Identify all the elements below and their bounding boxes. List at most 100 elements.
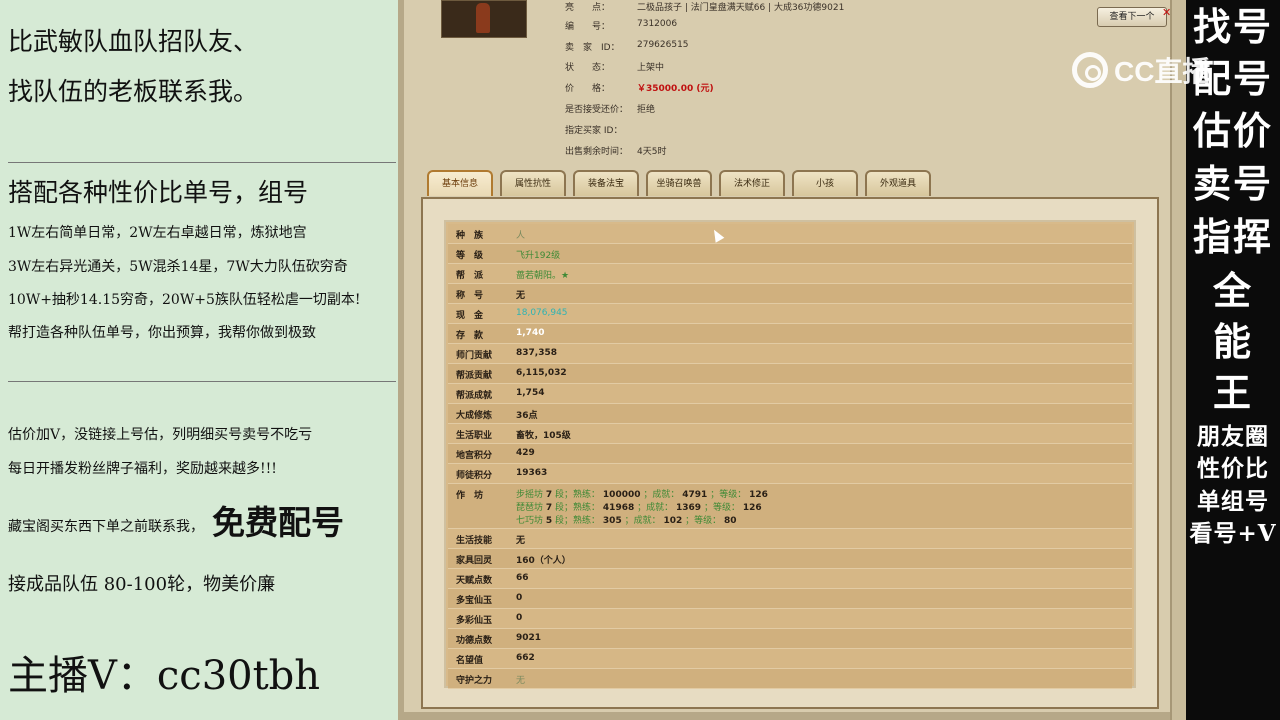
table-row: 功德点数 9021: [448, 629, 1132, 649]
promo-line-6: 10W+抽秒14.15穷奇，20W+5族队伍轻松虐一切副本!: [8, 292, 361, 308]
table-row: 存 款 1,740: [448, 324, 1132, 344]
info-row-status: 状 态： 上架中: [565, 60, 664, 73]
tab-basic-info[interactable]: 基本信息: [427, 170, 493, 196]
table-row: 家具回灵 160（个人）: [448, 549, 1132, 569]
stat-value: 无: [516, 536, 526, 546]
stat-value: 837,358: [516, 348, 557, 358]
table-row: 多彩仙玉 0: [448, 609, 1132, 629]
character-thumbnail: [441, 0, 527, 38]
stat-label: 大成修炼: [456, 411, 493, 421]
promo-big-line: 全: [1212, 268, 1253, 313]
promo-line-4: 1W左右简单日常，2W左右卓越日常，炼狱地宫: [8, 225, 307, 241]
info-label: 指定买家 ID：: [565, 126, 623, 136]
info-row-bargain: 是否接受还价： 拒绝: [565, 102, 655, 115]
stat-value: 6,115,032: [516, 368, 567, 378]
promo-big-line: 能: [1212, 319, 1253, 364]
info-label: 是否接受还价：: [565, 105, 629, 115]
table-row: 天赋点数 66: [448, 569, 1132, 589]
character-figure: [476, 3, 490, 33]
workshop-line: 步摇坊 7 段；熟练： 100000 ；成就： 4791 ；等级： 126: [516, 490, 768, 500]
tab-spells[interactable]: 法术修正: [719, 170, 785, 196]
host-contact: 主播V：cc30tbh: [8, 653, 321, 699]
watermark-text: CC直播: [1114, 56, 1211, 87]
info-label: 价 格：: [565, 84, 611, 94]
table-row: 帮 派 蔷若朝阳。★: [448, 264, 1132, 284]
stat-label: 多宝仙玉: [456, 596, 493, 606]
stat-value: 19363: [516, 468, 548, 478]
promo-line-1: 比武敏队血队招队友、: [8, 27, 259, 56]
promo-line-5: 3W左右异光通关，5W混杀14星，7W大力队伍砍穷奇: [8, 259, 348, 275]
stat-label: 现 金: [456, 311, 484, 321]
stat-label: 种 族: [456, 231, 484, 241]
table-row: 现 金 18,076,945: [448, 304, 1132, 324]
stat-value: 0: [516, 593, 523, 603]
stat-value: 无: [516, 676, 526, 686]
stat-label: 帮 派: [456, 271, 484, 281]
table-row: 生活职业 畜牧，105级: [448, 424, 1132, 444]
promo-small-line: 看号+V: [1189, 520, 1277, 547]
table-row: 守护之力 无: [448, 669, 1132, 689]
info-row-buyer: 指定买家 ID：: [565, 123, 622, 136]
close-icon[interactable]: ✕: [1162, 6, 1171, 19]
info-row-price: 价 格： ￥35000.00 (元): [565, 81, 714, 94]
promo-big-line: 找号: [1192, 4, 1273, 49]
tab-children[interactable]: 小孩: [792, 170, 858, 196]
stat-value: 429: [516, 448, 535, 458]
promo-line-10-text: 藏宝阁买东西下单之前联系我，: [8, 519, 204, 535]
promo-line-2: 找队伍的老板联系我。: [8, 77, 259, 106]
info-value: 二极品孩子 | 法门皇盘满天赋66 | 大成36功德9021: [637, 3, 845, 13]
stats-table: 种 族人 等 级飞升192级 帮 派蔷若朝阳。★ 称 号无 现 金 18,076,…: [444, 220, 1136, 689]
stat-label: 等 级: [456, 251, 484, 261]
stat-label: 存 款: [456, 331, 484, 341]
stat-value: 畜牧，105级: [516, 431, 571, 441]
table-row: 师门贡献 837,358: [448, 344, 1132, 364]
stat-value: 蔷若朝阳。★: [516, 271, 570, 281]
stat-label: 生活技能: [456, 536, 493, 546]
promo-big-line: 卖号: [1192, 161, 1273, 206]
stat-label: 多彩仙玉: [456, 616, 493, 626]
info-value: 上架中: [637, 63, 665, 73]
table-row: 名望值 662: [448, 649, 1132, 669]
tab-attributes[interactable]: 属性抗性: [500, 170, 566, 196]
divider: [8, 162, 396, 163]
stat-value: 1,754: [516, 388, 545, 398]
frame-left-border: [398, 0, 404, 720]
table-row: 帮派贡献 6,115,032: [448, 364, 1132, 384]
left-promo-panel: 比武敏队血队招队友、 找队伍的老板联系我。 搭配各种性价比单号，组号 1W左右简…: [0, 0, 398, 720]
stat-value: 9021: [516, 633, 542, 643]
stat-label: 生活职业: [456, 431, 493, 441]
tab-appearance[interactable]: 外观道具: [865, 170, 931, 196]
promo-small-line: 朋友圈: [1197, 423, 1269, 450]
stat-label: 作 坊: [456, 491, 484, 501]
stat-label: 名望值: [456, 656, 484, 666]
stat-label: 师门贡献: [456, 351, 493, 361]
promo-line-3: 搭配各种性价比单号，组号: [8, 178, 309, 207]
info-row-seller: 卖 家 ID： 279626515: [565, 40, 689, 53]
promo-big-line: 指挥: [1192, 214, 1273, 259]
right-promo-panel: 找号 配号 估价 卖号 指挥 全 能 王 朋友圈 性价比 单组号 看号+V: [1186, 0, 1280, 720]
promo-line-8: 估价加V，没链接上号估，列明细买号卖号不吃亏: [8, 427, 313, 443]
promo-big-line: 王: [1212, 370, 1253, 415]
frame-bottom-border: [404, 712, 1170, 720]
stat-value: 人: [516, 231, 526, 241]
info-value: 4天5时: [637, 147, 667, 157]
table-row: 称 号无: [448, 284, 1132, 304]
info-value: 279626515: [637, 40, 689, 50]
info-value: 7312006: [637, 19, 678, 29]
workshop-line: 琵琶坊 7 段；熟练： 41968 ；成就： 1369 ；等级： 126: [516, 503, 762, 513]
price-value: ￥35000.00 (元): [637, 84, 714, 94]
tab-mounts-pets[interactable]: 坐骑召唤兽: [646, 170, 712, 196]
promo-line-10: 藏宝阁买东西下单之前联系我， 免费配号: [8, 496, 344, 544]
tab-equipment[interactable]: 装备法宝: [573, 170, 639, 196]
info-label: 出售剩余时间：: [565, 147, 629, 157]
stat-label: 天赋点数: [456, 576, 493, 586]
stat-label: 守护之力: [456, 676, 493, 686]
info-row-remaining: 出售剩余时间： 4天5时: [565, 144, 666, 157]
info-label: 编 号：: [565, 22, 611, 32]
stat-label: 帮派贡献: [456, 371, 493, 381]
info-value: 拒绝: [637, 105, 656, 115]
table-row: 大成修炼 36点: [448, 404, 1132, 424]
divider: [8, 381, 396, 382]
view-next-button[interactable]: 查看下一个: [1097, 7, 1167, 27]
stat-value: 662: [516, 653, 535, 663]
